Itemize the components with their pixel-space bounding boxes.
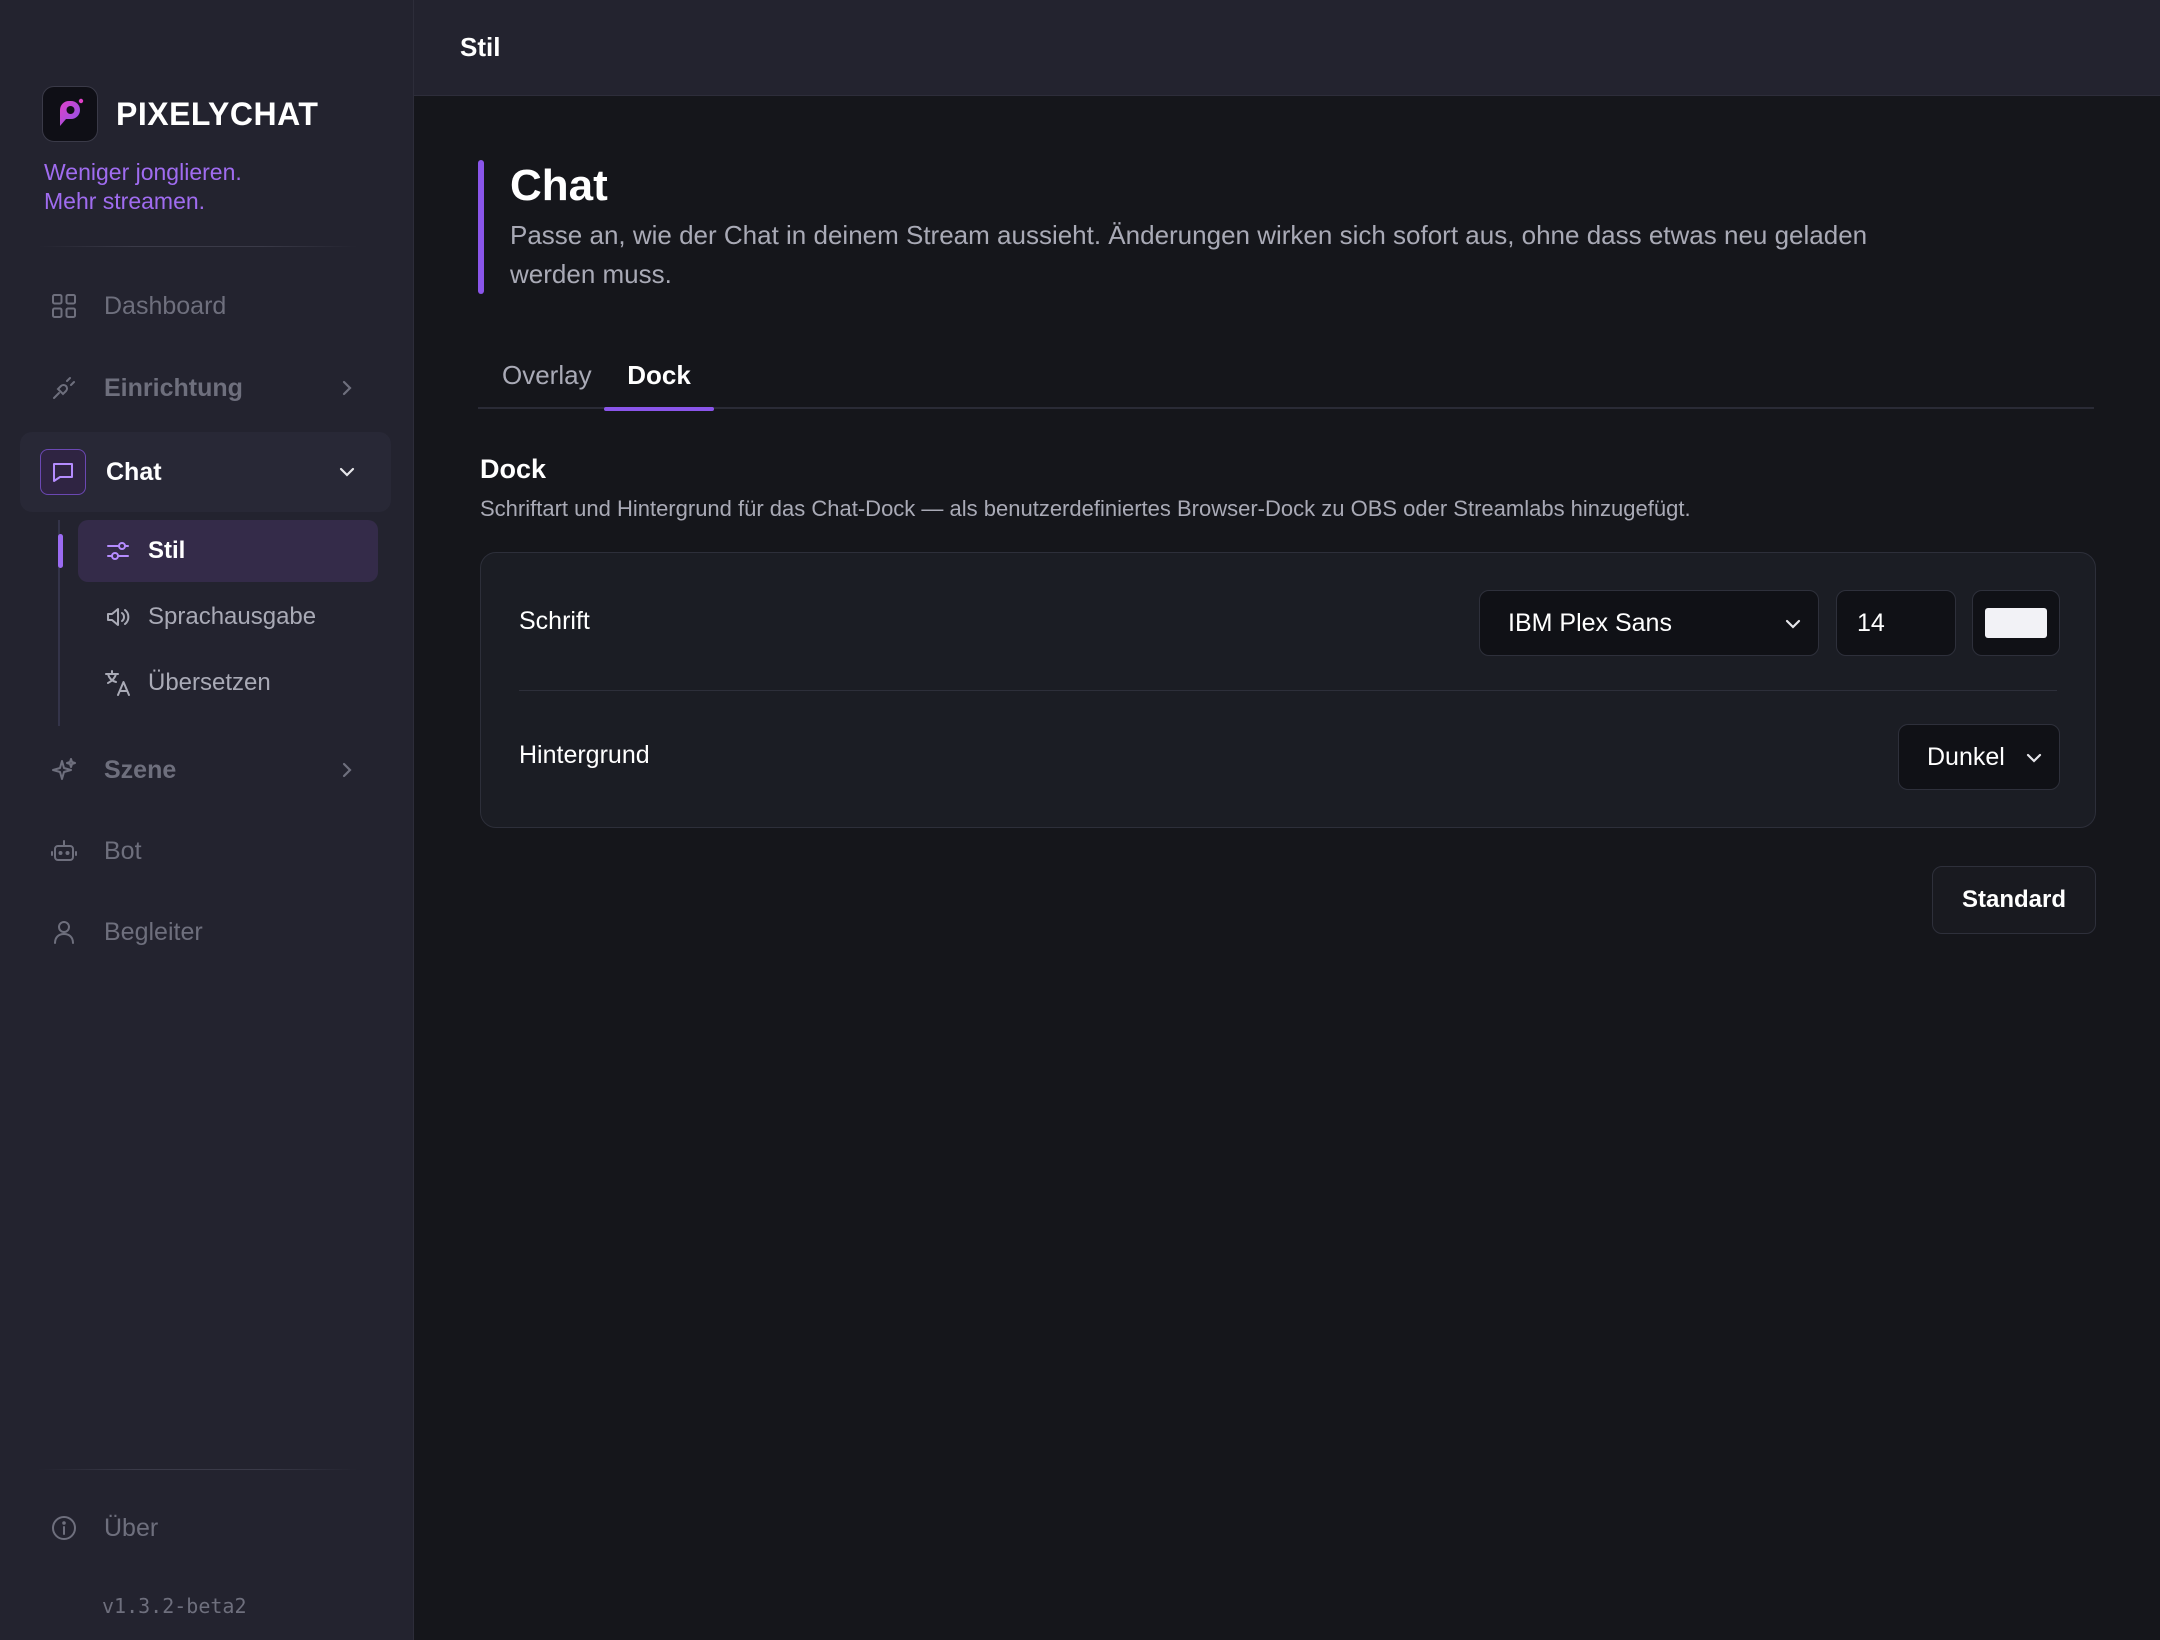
tab-bar: Overlay Dock [478,342,2094,411]
sidebar-item-label: Bot [104,836,142,865]
sidebar-item-begleiter[interactable]: Begleiter [20,892,391,972]
sidebar-item-label: Szene [104,755,177,784]
background-label: Hintergrund [519,741,650,769]
font-size-input[interactable] [1836,590,1956,656]
tab-dock[interactable]: Dock [604,342,714,411]
sidebar-item-label: Über [104,1513,159,1542]
sliders-icon [100,533,136,569]
info-icon [44,1508,84,1548]
sidebar-item-label: Einrichtung [104,373,243,402]
speaker-icon [100,599,136,635]
font-color-picker[interactable] [1972,590,2060,656]
font-color-swatch [1985,608,2047,638]
sidebar-item-about[interactable]: Über [20,1488,391,1568]
translate-icon [100,665,136,701]
page-title: Chat [510,161,608,210]
tagline-line-1: Weniger jonglieren. [44,159,242,185]
sidebar-item-dashboard[interactable]: Dashboard [20,266,391,346]
sidebar-subitem-sprachausgabe[interactable]: Sprachausgabe [78,586,378,648]
sidebar-item-label: Begleiter [104,917,203,946]
reset-default-button[interactable]: Standard [1932,866,2096,934]
app-version: v1.3.2-beta2 [102,1594,247,1618]
background-value: Dunkel [1927,742,2005,771]
brand[interactable]: PIXELYCHAT [42,86,318,142]
chevron-right-icon [342,380,352,396]
tagline-line-2: Mehr streamen. [44,188,206,214]
tab-overlay[interactable]: Overlay [502,342,592,409]
chevron-down-icon [1785,619,1801,629]
chevron-down-icon [339,467,355,477]
sidebar-subitem-stil[interactable]: Stil [78,520,378,582]
submenu-active-marker [58,534,63,568]
grid-icon [44,286,84,326]
font-label: Schrift [519,607,590,635]
row-divider [519,690,2057,691]
sidebar-item-chat[interactable]: Chat [20,432,391,512]
topbar: Stil [414,0,2160,96]
brand-name: PIXELYCHAT [116,95,319,132]
sidebar-subitem-label: Stil [148,537,186,564]
sidebar-divider [38,246,357,247]
chevron-down-icon [2026,753,2042,763]
sidebar-subitem-uebersetzen[interactable]: Übersetzen [78,652,378,714]
font-family-select[interactable]: IBM Plex Sans [1479,590,1819,656]
sidebar-item-bot[interactable]: Bot [20,811,391,891]
user-icon [44,912,84,952]
robot-icon [44,831,84,871]
settings-card: Schrift IBM Plex Sans Hintergrund Dunkel [480,552,2096,828]
header-accent-bar [478,160,484,294]
background-select[interactable]: Dunkel [1898,724,2060,790]
sidebar: PIXELYCHAT Weniger jonglieren. Mehr stre… [0,0,414,1640]
chevron-right-icon [342,762,352,778]
sidebar-subitem-label: Sprachausgabe [148,603,317,630]
page-description: Passe an, wie der Chat in deinem Stream … [510,220,1868,289]
section-description: Schriftart und Hintergrund für das Chat-… [480,496,1691,521]
pixelychat-logo-icon [42,86,98,142]
sidebar-subitem-label: Übersetzen [148,669,271,696]
topbar-title: Stil [460,32,501,62]
sidebar-item-szene[interactable]: Szene [20,730,391,810]
sidebar-item-label: Chat [106,457,162,486]
sidebar-divider-bottom [38,1469,357,1470]
sidebar-item-einrichtung[interactable]: Einrichtung [20,348,391,428]
plug-icon [44,368,84,408]
section-title: Dock [480,454,547,484]
tagline: Weniger jonglieren. Mehr streamen. [44,158,242,216]
sparkle-icon [44,750,84,790]
font-family-value: IBM Plex Sans [1508,608,1672,637]
sidebar-item-label: Dashboard [104,291,227,320]
chat-bubble-icon [40,449,86,495]
